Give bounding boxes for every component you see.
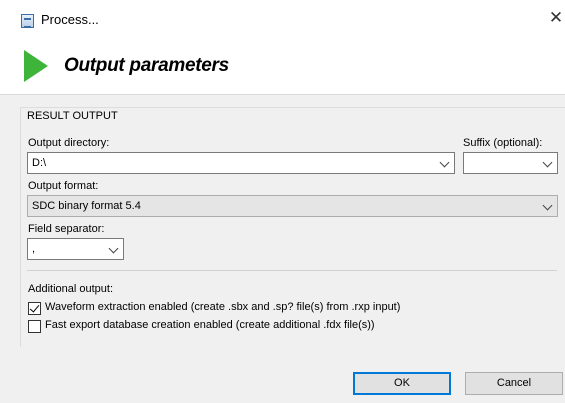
suffix-label: Suffix (optional): bbox=[463, 137, 543, 149]
field-separator-label: Field separator: bbox=[28, 223, 105, 235]
output-directory-value: D:\ bbox=[32, 157, 47, 169]
chevron-down-icon bbox=[542, 200, 553, 211]
dialog-header: Output parameters bbox=[0, 36, 565, 95]
waveform-extraction-checkbox[interactable] bbox=[28, 302, 41, 315]
additional-output-label: Additional output: bbox=[28, 283, 114, 295]
page-title: Output parameters bbox=[64, 55, 229, 76]
title-bar: Process... ✕ bbox=[0, 0, 565, 36]
output-format-select[interactable]: SDC binary format 5.4 bbox=[27, 195, 558, 217]
check-icon bbox=[29, 302, 40, 313]
document-icon bbox=[21, 14, 34, 28]
play-icon bbox=[24, 50, 48, 82]
field-separator-value: , bbox=[32, 243, 36, 255]
fast-export-label[interactable]: Fast export database creation enabled (c… bbox=[45, 319, 375, 331]
output-directory-label: Output directory: bbox=[28, 137, 110, 149]
process-dialog: Process... ✕ Output parameters RESULT OU… bbox=[0, 0, 565, 403]
output-format-value: SDC binary format 5.4 bbox=[32, 200, 141, 212]
ok-button[interactable]: OK bbox=[353, 372, 451, 395]
window-title: Process... bbox=[41, 12, 99, 27]
chevron-down-icon bbox=[108, 243, 119, 254]
output-directory-combo[interactable]: D:\ bbox=[27, 152, 455, 174]
chevron-down-icon bbox=[439, 157, 450, 168]
divider bbox=[27, 270, 557, 271]
suffix-combo[interactable] bbox=[463, 152, 558, 174]
fast-export-checkbox[interactable] bbox=[28, 320, 41, 333]
group-label: RESULT OUTPUT bbox=[27, 110, 120, 122]
waveform-extraction-label[interactable]: Waveform extraction enabled (create .sbx… bbox=[45, 301, 400, 313]
chevron-down-icon bbox=[542, 157, 553, 168]
cancel-button[interactable]: Cancel bbox=[465, 372, 563, 395]
output-format-label: Output format: bbox=[28, 180, 99, 192]
close-icon[interactable]: ✕ bbox=[548, 9, 564, 27]
field-separator-combo[interactable]: , bbox=[27, 238, 124, 260]
